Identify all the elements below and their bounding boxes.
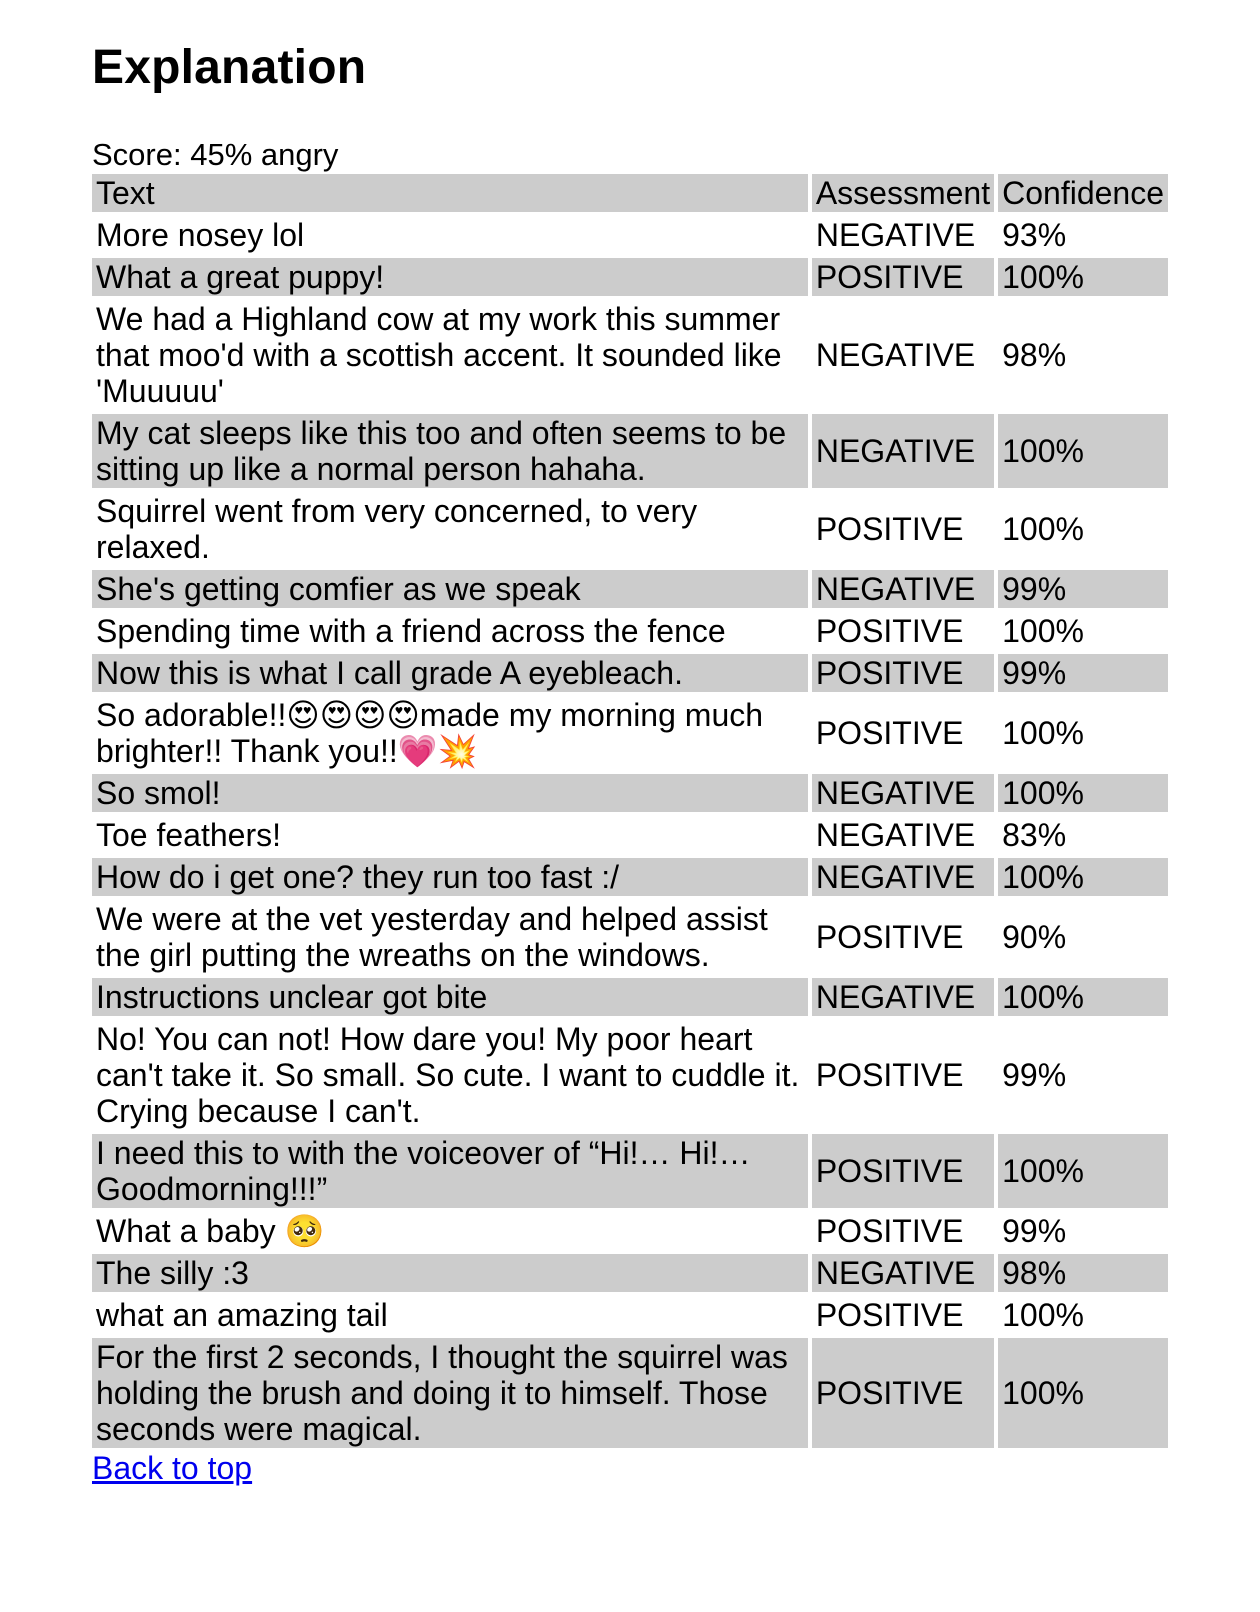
table-row: We had a Highland cow at my work this su…	[92, 300, 1168, 410]
row-text-cell: Toe feathers!	[96, 817, 281, 853]
row-text-cell: For the first 2 seconds, I thought the s…	[92, 1338, 808, 1448]
row-confidence-cell: 98%	[998, 1254, 1168, 1292]
row-text-cell: She's getting comfier as we speak	[92, 570, 808, 608]
column-header-text: Text	[92, 174, 808, 212]
row-text-cell: What a great puppy!	[92, 258, 808, 296]
table-row: What a great puppy! POSITIVE 100%	[92, 258, 1168, 296]
table-row: She's getting comfier as we speak NEGATIV…	[92, 570, 1168, 608]
table-row: Spending time with a friend across the f…	[92, 612, 1168, 650]
table-row: I need this to with the voiceover of “Hi…	[92, 1134, 1168, 1208]
row-text-cell: We had a Highland cow at my work this su…	[96, 301, 782, 409]
row-assessment-cell: POSITIVE	[815, 1213, 964, 1249]
table-row: For the first 2 seconds, I thought the s…	[92, 1338, 1168, 1448]
table-row: what an amazing tail POSITIVE 100%	[92, 1296, 1168, 1334]
row-text-cell: Instructions unclear got bite	[92, 978, 808, 1016]
row-assessment-cell: NEGATIVE	[811, 1254, 995, 1292]
table-row: Now this is what I call grade A eyebleac…	[92, 654, 1168, 692]
score-line: Score: 45% angry	[92, 137, 339, 172]
page-container: Explanation Score: 45% angry Text Assess…	[0, 0, 1172, 1486]
row-text-cell: Spending time with a friend across the f…	[96, 613, 726, 649]
header-row: Text Assessment Confidence	[92, 174, 1168, 212]
row-assessment-cell: POSITIVE	[815, 715, 964, 751]
row-text-cell: No! You can not! How dare you! My poor h…	[96, 1021, 800, 1129]
table-body: More nosey lol NEGATIVE 93% What a great pu…	[92, 216, 1168, 1448]
row-confidence-cell: 90%	[1002, 919, 1067, 955]
table-row: More nosey lol NEGATIVE 93%	[92, 216, 1168, 254]
explanation-table: Text Assessment Confidence More nosey lo…	[88, 170, 1172, 1452]
row-confidence-cell: 100%	[998, 414, 1168, 488]
row-text-cell: Now this is what I call grade A eyebleac…	[92, 654, 808, 692]
row-assessment-cell: POSITIVE	[811, 1134, 995, 1208]
table-row: So smol! NEGATIVE 100%	[92, 774, 1168, 812]
row-confidence-cell: 100%	[998, 258, 1168, 296]
row-confidence-cell: 100%	[1002, 511, 1084, 547]
row-assessment-cell: POSITIVE	[815, 511, 964, 547]
row-assessment-cell: POSITIVE	[811, 1338, 995, 1448]
row-assessment-cell: POSITIVE	[815, 919, 964, 955]
row-assessment-cell: NEGATIVE	[811, 570, 995, 608]
row-text-cell: I need this to with the voiceover of “Hi…	[92, 1134, 808, 1208]
row-confidence-cell: 100%	[1002, 715, 1084, 751]
row-assessment-cell: NEGATIVE	[811, 414, 995, 488]
table-row: So adorable!!😍😍😍😍made my morning much br…	[92, 696, 1168, 770]
row-confidence-cell: 100%	[1002, 1297, 1084, 1333]
row-assessment-cell: NEGATIVE	[815, 817, 976, 853]
row-assessment-cell: POSITIVE	[811, 258, 995, 296]
row-assessment-cell: NEGATIVE	[811, 774, 995, 812]
page-heading: Explanation	[92, 41, 367, 94]
row-text-cell: More nosey lol	[96, 217, 305, 253]
row-assessment-cell: NEGATIVE	[815, 217, 976, 253]
row-text-cell: My cat sleeps like this too and often se…	[92, 414, 808, 488]
row-text-cell: Squirrel went from very concerned, to ve…	[96, 493, 698, 565]
table-row: No! You can not! How dare you! My poor h…	[92, 1020, 1168, 1130]
row-text-cell: How do i get one? they run too fast :/	[92, 858, 808, 896]
row-confidence-cell: 100%	[1002, 613, 1084, 649]
row-confidence-cell: 100%	[998, 774, 1168, 812]
row-text-cell: The silly :3	[92, 1254, 808, 1292]
table-row: We were at the vet yesterday and helped …	[92, 900, 1168, 974]
back-to-top-link[interactable]: Back to top	[92, 1450, 252, 1486]
row-confidence-cell: 99%	[998, 654, 1168, 692]
row-assessment-cell: POSITIVE	[811, 654, 995, 692]
row-confidence-cell: 99%	[1002, 1057, 1067, 1093]
row-assessment-cell: POSITIVE	[815, 1057, 964, 1093]
table-header: Text Assessment Confidence	[92, 174, 1168, 212]
row-text-cell: What a baby 🥺	[96, 1213, 325, 1249]
row-confidence-cell: 100%	[998, 1134, 1168, 1208]
row-confidence-cell: 100%	[998, 858, 1168, 896]
column-header-assessment: Assessment	[811, 174, 995, 212]
row-confidence-cell: 83%	[1002, 817, 1067, 853]
row-confidence-cell: 100%	[998, 1338, 1168, 1448]
table-row: The silly :3 NEGATIVE 98%	[92, 1254, 1168, 1292]
row-text-cell: what an amazing tail	[96, 1297, 388, 1333]
row-confidence-cell: 100%	[998, 978, 1168, 1016]
row-text-cell: So smol!	[92, 774, 808, 812]
table-row: Toe feathers! NEGATIVE 83%	[92, 816, 1168, 854]
row-assessment-cell: NEGATIVE	[815, 337, 976, 373]
row-confidence-cell: 99%	[1002, 1213, 1067, 1249]
row-confidence-cell: 93%	[1002, 217, 1067, 253]
table-row: Instructions unclear got bite NEGATIVE 100…	[92, 978, 1168, 1016]
table-row: Squirrel went from very concerned, to ve…	[92, 492, 1168, 566]
row-text-cell: We were at the vet yesterday and helped …	[96, 901, 768, 973]
table-row: How do i get one? they run too fast :/NE…	[92, 858, 1168, 896]
row-assessment-cell: POSITIVE	[815, 1297, 964, 1333]
row-confidence-cell: 99%	[998, 570, 1168, 608]
row-assessment-cell: POSITIVE	[815, 613, 964, 649]
row-text-cell: So adorable!!😍😍😍😍made my morning much br…	[96, 697, 764, 769]
row-assessment-cell: NEGATIVE	[811, 858, 995, 896]
table-row: My cat sleeps like this too and often se…	[92, 414, 1168, 488]
row-assessment-cell: NEGATIVE	[811, 978, 995, 1016]
row-confidence-cell: 98%	[1002, 337, 1067, 373]
table-row: What a baby 🥺 POSITIVE 99%	[92, 1212, 1168, 1250]
column-header-confidence: Confidence	[998, 174, 1168, 212]
